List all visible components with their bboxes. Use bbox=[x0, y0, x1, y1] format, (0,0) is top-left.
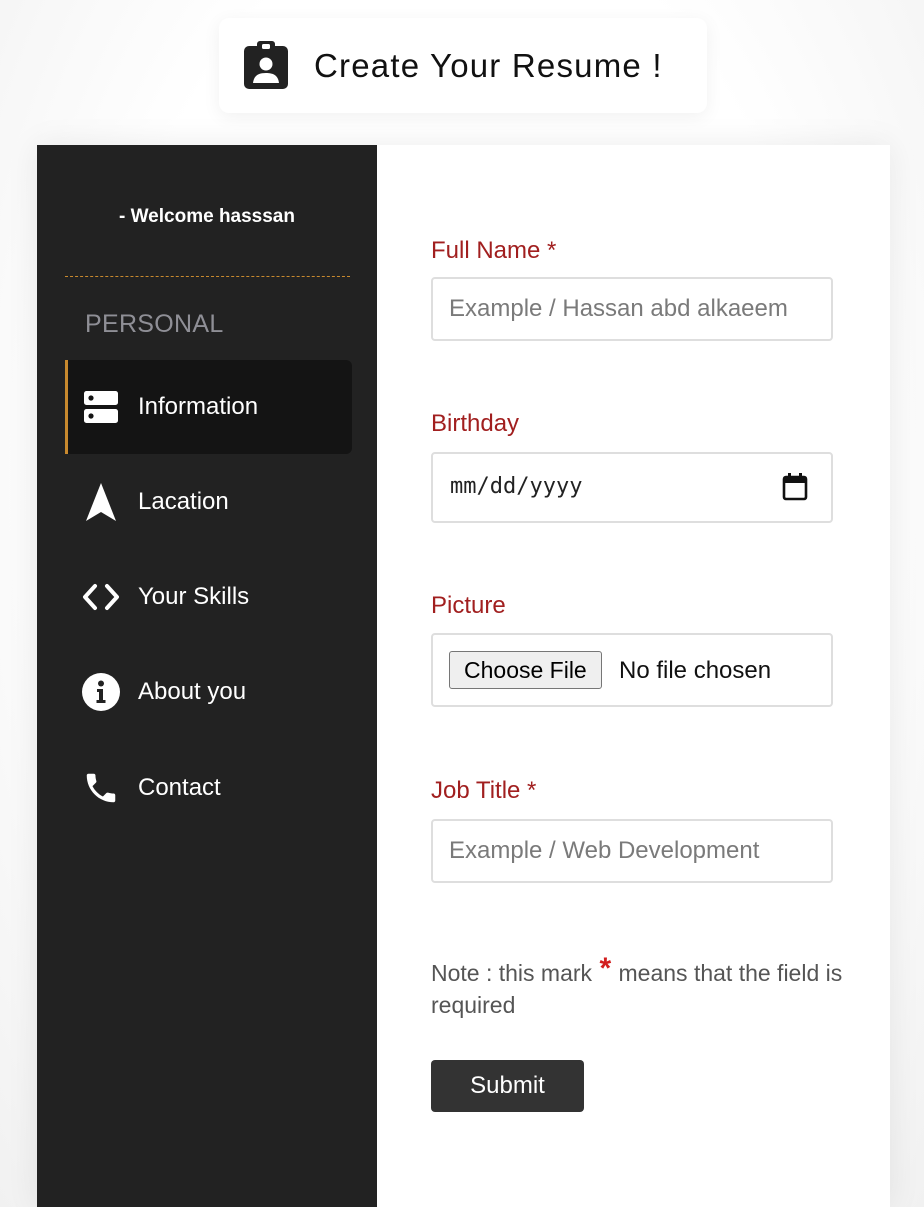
job-title-input[interactable] bbox=[433, 821, 831, 881]
submit-button[interactable]: Submit bbox=[431, 1060, 584, 1112]
sidebar: - Welcome hasssan PERSONAL Information L… bbox=[37, 145, 377, 1207]
navigation-arrow-icon bbox=[82, 483, 120, 521]
file-status-text: No file chosen bbox=[619, 657, 772, 684]
server-icon bbox=[82, 388, 120, 426]
sidebar-item-about[interactable]: About you bbox=[65, 645, 349, 739]
sidebar-item-label: Contact bbox=[138, 774, 221, 801]
clipboard-user-icon bbox=[244, 41, 288, 89]
full-name-input[interactable] bbox=[433, 279, 831, 339]
sidebar-item-location[interactable]: Lacation bbox=[65, 455, 349, 549]
birthday-placeholder: mm/dd/yyyy bbox=[450, 474, 583, 499]
required-star: * bbox=[599, 952, 612, 985]
picture-file-input: Choose File No file chosen bbox=[431, 633, 833, 707]
note-prefix: Note : this mark bbox=[431, 960, 593, 986]
page-header: Create Your Resume ! bbox=[219, 18, 707, 113]
page: Create Your Resume ! - Welcome hasssan P… bbox=[0, 0, 924, 1207]
sidebar-item-label: Your Skills bbox=[138, 583, 250, 610]
sidebar-divider bbox=[65, 276, 350, 277]
resume-form: Full Name * Birthday mm/dd/yyyy Picture … bbox=[377, 145, 890, 1207]
sidebar-item-skills[interactable]: Your Skills bbox=[65, 550, 349, 644]
sidebar-item-label: Lacation bbox=[138, 488, 229, 515]
job-title-field-box bbox=[431, 819, 833, 883]
birthday-label: Birthday bbox=[431, 410, 520, 437]
sidebar-item-label: About you bbox=[138, 678, 247, 705]
sidebar-item-label: Information bbox=[138, 393, 259, 420]
sidebar-section-label: PERSONAL bbox=[85, 310, 224, 338]
birthday-input[interactable]: mm/dd/yyyy bbox=[431, 452, 833, 523]
info-circle-icon bbox=[82, 673, 120, 711]
code-icon bbox=[82, 578, 120, 616]
page-title: Create Your Resume ! bbox=[314, 47, 663, 84]
sidebar-item-contact[interactable]: Contact bbox=[65, 741, 349, 835]
sidebar-item-information[interactable]: Information bbox=[65, 360, 352, 454]
required-note: Note : this mark * means that the field … bbox=[431, 953, 851, 1021]
full-name-field-box bbox=[431, 277, 833, 341]
welcome-message: - Welcome hasssan bbox=[118, 206, 295, 227]
resume-card: - Welcome hasssan PERSONAL Information L… bbox=[37, 145, 890, 1207]
choose-file-button[interactable]: Choose File bbox=[449, 651, 602, 689]
job-title-label: Job Title * bbox=[431, 777, 537, 804]
full-name-label: Full Name * bbox=[431, 237, 557, 264]
picture-label: Picture bbox=[431, 592, 506, 619]
phone-icon bbox=[82, 769, 120, 807]
calendar-icon[interactable] bbox=[781, 472, 809, 502]
